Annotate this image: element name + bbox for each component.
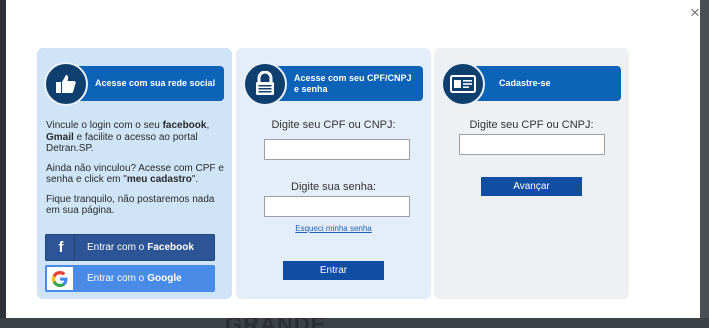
password-label: Digite sua senha: xyxy=(291,181,376,193)
register-cpf-input[interactable] xyxy=(459,134,605,155)
register-header-title: Cadastre-se xyxy=(499,78,551,88)
cpf-login-header-title: Acesse com seu CPF/CNPJ e senha xyxy=(294,72,412,94)
facebook-button-label: Entrar com o Facebook xyxy=(87,234,194,261)
cpf-label: Digite seu CPF ou CNPJ: xyxy=(271,119,396,131)
advance-button[interactable]: Avançar xyxy=(481,177,582,196)
login-modal: × Acesse com sua rede social Vincule o l… xyxy=(6,0,700,318)
login-submit-button[interactable]: Entrar xyxy=(283,261,384,280)
social-desc-paragraph-1: Vincule o login com o seu facebook, Gmai… xyxy=(46,120,228,155)
google-button-prefix: Entrar com o xyxy=(87,273,145,284)
page-backdrop-right xyxy=(700,0,709,328)
google-button-label: Entrar com o Google xyxy=(87,265,182,292)
cpf-input[interactable] xyxy=(264,139,410,160)
meu-cadastro-bold-text: meu cadastro xyxy=(126,174,192,185)
facebook-icon: f xyxy=(58,239,64,256)
facebook-login-button[interactable]: f Entrar com o Facebook xyxy=(45,234,215,261)
google-login-button[interactable]: Entrar com o Google xyxy=(45,265,215,292)
google-icon xyxy=(47,267,73,290)
cpf-login-panel: Acesse com seu CPF/CNPJ e senha Digite s… xyxy=(236,48,431,299)
register-panel: Cadastre-se Digite seu CPF ou CNPJ: Avan… xyxy=(434,48,629,299)
gmail-bold-text: Gmail xyxy=(46,131,74,143)
social-desc-paragraph-3: Fique tranquilo, não postaremos nada em … xyxy=(46,193,215,217)
social-desc-text: ". xyxy=(191,174,199,185)
close-icon[interactable]: × xyxy=(685,4,705,22)
facebook-button-brand: Facebook xyxy=(147,242,194,253)
id-card-icon xyxy=(441,62,485,106)
comma-text: , xyxy=(206,120,210,131)
social-login-panel: Acesse com sua rede social Vincule o log… xyxy=(37,48,232,299)
social-desc-text: Vincule o login com o seu xyxy=(46,120,160,131)
social-description: Vincule o login com o seu facebook, Gmai… xyxy=(46,120,228,225)
facebook-bold-text: facebook xyxy=(162,120,207,131)
social-desc-paragraph-2: Ainda não vinculou? Acesse com CPF e sen… xyxy=(46,163,228,186)
password-input[interactable] xyxy=(264,196,410,217)
button-divider xyxy=(74,234,75,261)
padlock-icon xyxy=(243,62,287,106)
google-button-brand: Google xyxy=(147,273,182,284)
register-cpf-label: Digite seu CPF ou CNPJ: xyxy=(469,119,594,131)
thumbs-up-icon xyxy=(44,62,88,106)
social-header-title: Acesse com sua rede social xyxy=(95,78,216,88)
page-backdrop-bottom xyxy=(0,318,709,328)
forgot-password-link[interactable]: Esqueci minha senha xyxy=(236,224,431,233)
facebook-button-prefix: Entrar com o xyxy=(87,242,145,253)
